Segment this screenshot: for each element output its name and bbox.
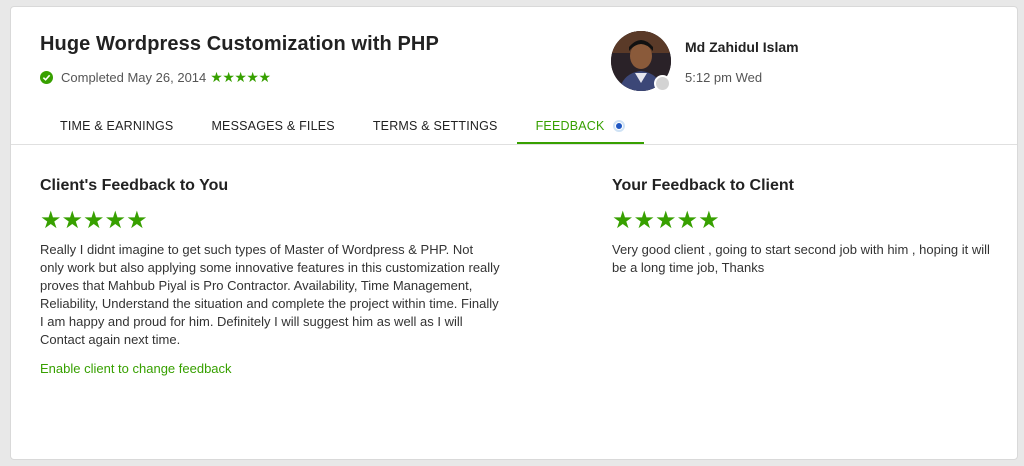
client-feedback-text: Really I didnt imagine to get such types… (40, 242, 500, 347)
your-feedback-stars: ★★★★★ (612, 207, 720, 234)
status-text: Completed May 26, 2014 (61, 70, 207, 85)
client-feedback-heading: Client's Feedback to You (40, 177, 229, 194)
client-feedback-section: Client's Feedback to You ★★★★★ Really I … (40, 177, 500, 378)
contract-rating-stars: ★★★★★ (210, 69, 271, 85)
tab-terms-settings[interactable]: TERMS & SETTINGS (354, 113, 517, 145)
tab-label: TIME & EARNINGS (60, 119, 174, 133)
tab-label: MESSAGES & FILES (211, 119, 335, 133)
divider (11, 144, 1017, 145)
presence-dot-icon (654, 75, 671, 92)
your-feedback-text: Very good client , going to start second… (612, 242, 990, 275)
user-local-time: 5:12 pm Wed (685, 70, 763, 85)
contract-card: Huge Wordpress Customization with PHP Co… (10, 6, 1018, 460)
tab-time-earnings[interactable]: TIME & EARNINGS (41, 113, 192, 145)
your-feedback-section: Your Feedback to Client ★★★★★ Very good … (612, 177, 992, 277)
client-feedback-stars: ★★★★★ (40, 207, 148, 234)
check-circle-icon (40, 71, 53, 84)
notification-dot-icon (612, 120, 625, 132)
tab-label: TERMS & SETTINGS (372, 119, 498, 133)
tab-messages-files[interactable]: MESSAGES & FILES (192, 113, 353, 145)
enable-change-feedback-link[interactable]: Enable client to change feedback (40, 361, 232, 376)
contract-title: Huge Wordpress Customization with PHP (40, 33, 439, 55)
tab-feedback[interactable]: FEEDBACK (516, 113, 644, 145)
user-name[interactable]: Md Zahidul Islam (685, 39, 799, 55)
contract-status: Completed May 26, 2014 ★★★★★ (40, 69, 271, 86)
contract-tabs: TIME & EARNINGS MESSAGES & FILES TERMS &… (41, 113, 644, 145)
your-feedback-heading: Your Feedback to Client (612, 177, 794, 194)
tab-label: FEEDBACK (535, 119, 605, 133)
